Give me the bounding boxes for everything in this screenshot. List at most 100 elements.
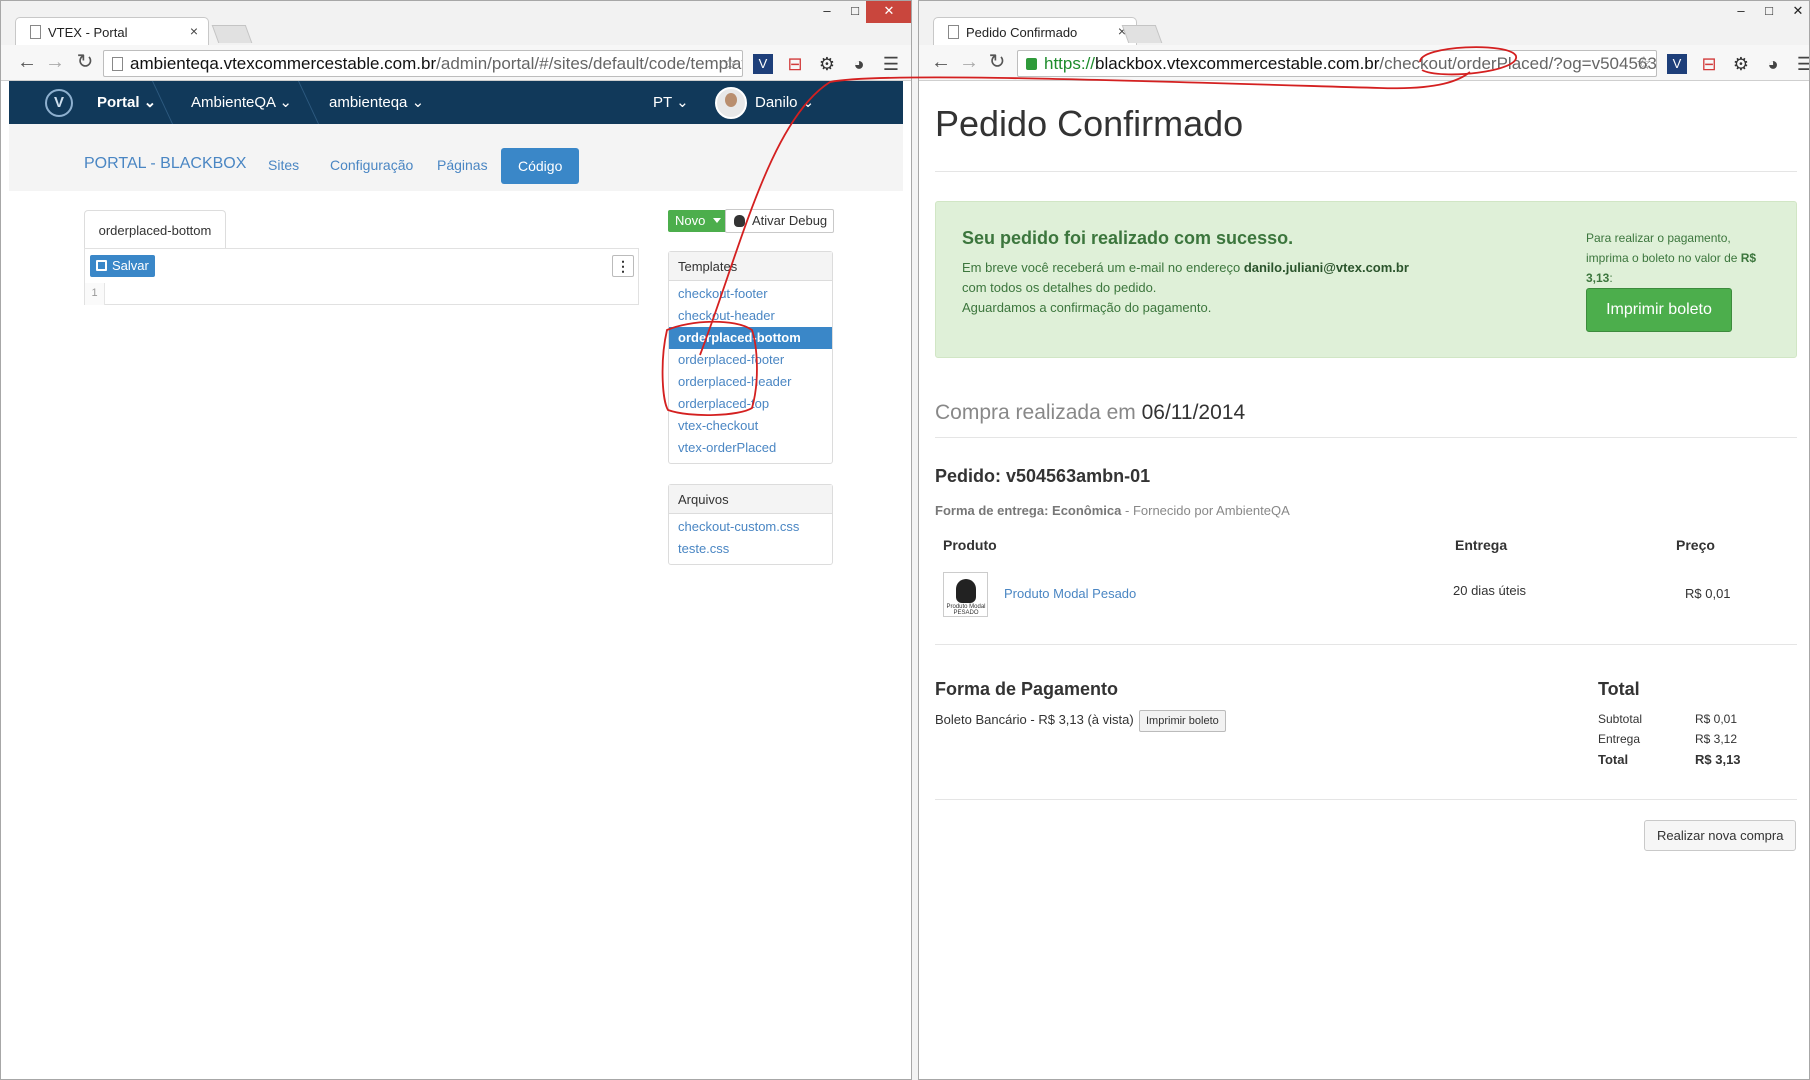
more-options-button[interactable]: ⋮ [612, 255, 634, 277]
save-button[interactable]: Salvar [90, 255, 155, 277]
new-tab-button[interactable] [1121, 25, 1163, 43]
product-image-caption: Produto Modal PESADO [946, 604, 986, 616]
bookmark-star-icon[interactable]: ☆ [722, 51, 738, 76]
nav-user[interactable]: Danilo ⌄ [755, 93, 814, 111]
forward-icon[interactable]: → [957, 51, 981, 75]
payment-instructions: Para realizar o pagamento, imprima o bol… [1586, 228, 1776, 288]
url-scheme: https:// [1044, 54, 1096, 73]
product-image[interactable]: Produto Modal PESADO [943, 572, 988, 617]
line-number: 1 [85, 283, 105, 305]
bookmark-star-icon[interactable]: ☆ [1636, 51, 1652, 76]
nav-user-label: Danilo [755, 94, 798, 111]
red-extension-icon[interactable]: ⊟ [785, 54, 805, 74]
column-price: Preço [1676, 537, 1715, 553]
code-editor[interactable]: Salvar ⋮ 1 [84, 248, 639, 305]
nav-account[interactable]: ambienteqa ⌄ [329, 93, 424, 111]
lock-icon [1026, 58, 1037, 70]
subtotal-value: R$ 0,01 [1695, 712, 1738, 726]
menu-icon[interactable]: ☰ [881, 54, 901, 74]
portal-browser-window: VTEX - Portal × ‒ □ ✕ ← → ↻ ambienteqa.v… [0, 0, 912, 1080]
nav-portal-label: Portal [97, 94, 140, 111]
divider [935, 171, 1797, 172]
divider [935, 437, 1797, 438]
color-wheel-icon[interactable]: ◕ [1763, 54, 1783, 74]
reload-icon[interactable]: ↻ [985, 51, 1009, 75]
payment-method: Boleto Bancário - R$ 3,13 (à vista) [935, 712, 1134, 727]
file-item[interactable]: teste.css [669, 538, 832, 560]
files-list: checkout-custom.css teste.css [669, 514, 832, 564]
forward-icon[interactable]: → [43, 51, 67, 75]
total-value: R$ 3,13 [1695, 752, 1741, 767]
page-icon [948, 25, 959, 39]
success-heading: Seu pedido foi realizado com sucesso. [962, 228, 1294, 248]
gear-icon[interactable]: ⚙ [1731, 54, 1751, 74]
save-label: Salvar [112, 258, 149, 273]
close-window-button[interactable]: ✕ [1785, 1, 1809, 23]
address-bar[interactable]: https://blackbox.vtexcommercestable.com.… [1017, 50, 1657, 77]
avatar[interactable] [715, 87, 747, 119]
template-item[interactable]: vtex-orderPlaced [669, 437, 832, 459]
template-item[interactable]: orderplaced-footer [669, 349, 832, 371]
subnav-codigo[interactable]: Código [501, 148, 580, 184]
template-item[interactable]: checkout-header [669, 305, 832, 327]
print-boleto-small-button[interactable]: Imprimir boleto [1139, 710, 1226, 732]
title-bar: VTEX - Portal × ‒ □ ✕ [1, 1, 911, 45]
url-host: blackbox.vtexcommercestable.com.br [1095, 54, 1380, 73]
red-extension-icon[interactable]: ⊟ [1699, 54, 1719, 74]
template-item[interactable]: orderplaced-header [669, 371, 832, 393]
minimize-button[interactable]: ‒ [813, 1, 841, 23]
browser-toolbar: ← → ↻ ambienteqa.vtexcommercestable.com.… [1, 45, 911, 81]
files-panel: Arquivos checkout-custom.css teste.css [668, 484, 833, 565]
print-boleto-button[interactable]: Imprimir boleto [1586, 288, 1732, 332]
tab-pedido-confirmado[interactable]: Pedido Confirmado × [933, 17, 1137, 45]
new-tab-button[interactable] [211, 25, 253, 43]
delivery-supplier: - Fornecido por AmbienteQA [1121, 503, 1290, 518]
template-item[interactable]: checkout-footer [669, 283, 832, 305]
close-window-button[interactable]: ✕ [866, 1, 911, 23]
nav-store[interactable]: AmbienteQA ⌄ [191, 93, 292, 111]
minimize-button[interactable]: ‒ [1727, 1, 1755, 23]
subnav-paginas[interactable]: Páginas [437, 157, 488, 173]
tab-close-icon[interactable]: × [190, 23, 198, 39]
back-icon[interactable]: ← [15, 51, 39, 75]
address-bar[interactable]: ambienteqa.vtexcommercestable.com.br/adm… [103, 50, 743, 77]
vtex-logo-icon[interactable]: V [45, 89, 73, 117]
template-item-selected[interactable]: orderplaced-bottom [669, 327, 832, 349]
purchase-date-value: 06/11/2014 [1141, 401, 1246, 424]
caret-down-icon [713, 218, 722, 223]
template-item[interactable]: orderplaced-top [669, 393, 832, 415]
tab-vtex-portal[interactable]: VTEX - Portal × [15, 17, 209, 45]
subnav-configuracao[interactable]: Configuração [330, 157, 413, 173]
editor-tab[interactable]: orderplaced-bottom [84, 210, 226, 248]
file-item[interactable]: checkout-custom.css [669, 516, 832, 538]
success-text: Em breve você receberá um e-mail no ende… [962, 258, 1432, 318]
portal-brand-link[interactable]: PORTAL - BLACKBOX [84, 155, 246, 173]
maximize-button[interactable]: □ [843, 1, 867, 23]
reload-icon[interactable]: ↻ [73, 51, 97, 75]
order-title: Pedido: v504563ambn-01 [935, 466, 1151, 486]
subtotal-label: Subtotal [1598, 712, 1643, 726]
back-icon[interactable]: ← [929, 51, 953, 75]
column-product: Produto [943, 537, 997, 553]
product-link[interactable]: Produto Modal Pesado [1004, 586, 1136, 601]
gear-icon[interactable]: ⚙ [817, 54, 837, 74]
subnav-sites[interactable]: Sites [268, 157, 299, 173]
vtex-extension-icon[interactable]: V [753, 54, 773, 74]
new-purchase-button[interactable]: Realizar nova compra [1644, 820, 1797, 851]
menu-icon[interactable]: ☰ [1795, 54, 1809, 74]
url-host: ambienteqa.vtexcommercestable.com.br [130, 54, 437, 73]
new-button[interactable]: Novo [668, 210, 728, 232]
nav-language[interactable]: PT ⌄ [653, 93, 689, 111]
pending-payment-text: Aguardamos a confirmação do pagamento. [962, 300, 1212, 315]
url-path: /checkout/orderPlaced/?og=v504563am [1379, 54, 1657, 73]
nav-language-label: PT [653, 94, 672, 111]
save-icon [96, 260, 107, 271]
page-title: Pedido Confirmado [935, 103, 1244, 144]
color-wheel-icon[interactable]: ◕ [849, 54, 869, 74]
total-title: Total [1598, 679, 1640, 699]
template-item[interactable]: vtex-checkout [669, 415, 832, 437]
browser-toolbar: ← → ↻ https://blackbox.vtexcommercestabl… [919, 45, 1809, 81]
vtex-extension-icon[interactable]: V [1667, 54, 1687, 74]
maximize-button[interactable]: □ [1757, 1, 1781, 23]
debug-button[interactable]: Ativar Debug [725, 209, 835, 233]
